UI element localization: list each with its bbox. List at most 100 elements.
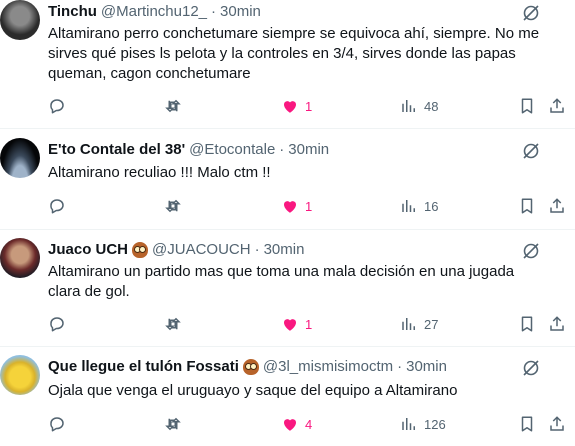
like-count: 4 bbox=[305, 416, 313, 432]
tweet-4[interactable]: Que llegue el tulón Fossati @3l_mismisim… bbox=[0, 355, 575, 446]
timestamp[interactable]: 30min bbox=[406, 357, 447, 377]
like-button[interactable]: 4 bbox=[281, 414, 312, 434]
views-button[interactable]: 48 bbox=[400, 96, 438, 116]
like-count: 1 bbox=[305, 198, 313, 214]
avatar[interactable] bbox=[0, 138, 40, 178]
divider bbox=[0, 229, 575, 230]
bookmark-button[interactable] bbox=[518, 314, 536, 334]
action-bar: 1 27 bbox=[48, 314, 575, 334]
retweet-icon bbox=[165, 99, 181, 113]
reply-button[interactable] bbox=[48, 196, 66, 216]
bookmark-button[interactable] bbox=[518, 414, 536, 434]
tweet-3[interactable]: Juaco UCH @JUACOUCH · 30min Altamirano u… bbox=[0, 238, 575, 338]
views-bar-chart-icon bbox=[402, 418, 415, 430]
bookmark-icon bbox=[521, 416, 533, 432]
bookmark-button[interactable] bbox=[518, 96, 536, 116]
retweet-button[interactable] bbox=[164, 196, 182, 216]
share-icon bbox=[550, 198, 564, 213]
owl-emoji-badge bbox=[242, 359, 259, 375]
like-count: 1 bbox=[305, 316, 313, 332]
retweet-icon bbox=[165, 199, 181, 213]
author-name[interactable]: Tinchu bbox=[48, 2, 97, 22]
separator-dot: · bbox=[279, 141, 285, 158]
heart-filled-icon bbox=[284, 319, 296, 331]
reply-button[interactable] bbox=[48, 314, 66, 334]
reply-icon bbox=[50, 199, 64, 214]
author-handle[interactable]: @Martinchu12_ bbox=[101, 2, 207, 22]
like-button[interactable]: 1 bbox=[281, 314, 312, 334]
author-handle[interactable]: @Etocontale bbox=[189, 140, 275, 160]
bookmark-icon bbox=[521, 98, 533, 114]
author-handle[interactable]: @3l_mismisimoctm bbox=[263, 357, 393, 377]
tweet-header: Juaco UCH @JUACOUCH · 30min bbox=[48, 240, 304, 260]
views-bar-chart-icon bbox=[402, 318, 415, 330]
like-count: 1 bbox=[305, 98, 313, 114]
bookmark-icon bbox=[521, 198, 533, 214]
grok-slash-icon[interactable] bbox=[521, 3, 541, 23]
avatar[interactable] bbox=[0, 0, 40, 40]
separator-dot: · bbox=[211, 3, 217, 20]
reply-button[interactable] bbox=[48, 414, 66, 434]
reply-icon bbox=[50, 317, 64, 332]
tweet-text: Altamirano un partido mas que toma una m… bbox=[48, 263, 515, 300]
grok-slash-icon[interactable] bbox=[521, 241, 541, 261]
share-button[interactable] bbox=[548, 314, 566, 334]
tweet-header: Que llegue el tulón Fossati @3l_mismisim… bbox=[48, 357, 447, 377]
author-name[interactable]: Que llegue el tulón Fossati bbox=[48, 357, 239, 377]
views-count: 27 bbox=[424, 316, 439, 332]
action-bar: 1 16 bbox=[48, 196, 575, 216]
like-button[interactable]: 1 bbox=[281, 196, 312, 216]
tweet-text: Altamirano reculiao !!! Malo ctm !! bbox=[48, 164, 271, 181]
views-count: 48 bbox=[424, 98, 439, 114]
share-button[interactable] bbox=[548, 96, 566, 116]
share-button[interactable] bbox=[548, 196, 566, 216]
tweet-header: E'to Contale del 38' @Etocontale · 30min bbox=[48, 140, 329, 160]
views-count: 126 bbox=[424, 416, 446, 432]
reply-icon bbox=[50, 99, 64, 114]
views-button[interactable]: 126 bbox=[400, 414, 446, 434]
tweet-text: Altamirano perro conchetumare siempre se… bbox=[48, 25, 540, 82]
share-button[interactable] bbox=[548, 414, 566, 434]
reply-button[interactable] bbox=[48, 96, 66, 116]
bookmark-icon bbox=[521, 316, 533, 332]
retweet-icon bbox=[165, 417, 181, 431]
heart-filled-icon bbox=[284, 201, 296, 213]
divider bbox=[0, 346, 575, 347]
retweet-button[interactable] bbox=[164, 414, 182, 434]
bookmark-button[interactable] bbox=[518, 196, 536, 216]
timestamp[interactable]: 30min bbox=[264, 240, 305, 260]
views-button[interactable]: 16 bbox=[400, 196, 438, 216]
author-name[interactable]: Juaco UCH bbox=[48, 240, 128, 260]
author-handle[interactable]: @JUACOUCH bbox=[152, 240, 251, 260]
retweet-button[interactable] bbox=[164, 96, 182, 116]
views-button[interactable]: 27 bbox=[400, 314, 438, 334]
share-icon bbox=[550, 316, 564, 331]
heart-filled-icon bbox=[284, 101, 296, 113]
avatar[interactable] bbox=[0, 355, 40, 395]
divider bbox=[0, 128, 575, 129]
grok-slash-icon[interactable] bbox=[521, 358, 541, 378]
timestamp[interactable]: 30min bbox=[288, 140, 329, 160]
share-icon bbox=[550, 416, 564, 431]
action-bar: 1 48 bbox=[48, 96, 575, 116]
retweet-button[interactable] bbox=[164, 314, 182, 334]
views-bar-chart-icon bbox=[402, 100, 415, 112]
views-count: 16 bbox=[424, 198, 439, 214]
author-name[interactable]: E'to Contale del 38' bbox=[48, 140, 185, 160]
share-icon bbox=[550, 98, 564, 113]
grok-slash-icon[interactable] bbox=[521, 141, 541, 161]
retweet-icon bbox=[165, 317, 181, 331]
reply-icon bbox=[50, 417, 64, 432]
timestamp[interactable]: 30min bbox=[220, 2, 261, 22]
views-bar-chart-icon bbox=[402, 200, 415, 212]
tweet-header: Tinchu @Martinchu12_ · 30min bbox=[48, 2, 261, 22]
heart-filled-icon bbox=[284, 419, 296, 431]
tweet-1[interactable]: Tinchu @Martinchu12_ · 30min Altamirano … bbox=[0, 0, 575, 128]
tweet-text: Ojala que venga el uruguayo y saque del … bbox=[48, 382, 458, 399]
tweet-2[interactable]: E'to Contale del 38' @Etocontale · 30min… bbox=[0, 138, 575, 230]
avatar[interactable] bbox=[0, 238, 40, 278]
like-button[interactable]: 1 bbox=[281, 96, 312, 116]
action-bar: 4 126 bbox=[48, 414, 575, 434]
separator-dot: · bbox=[254, 241, 260, 258]
separator-dot: · bbox=[397, 358, 403, 375]
